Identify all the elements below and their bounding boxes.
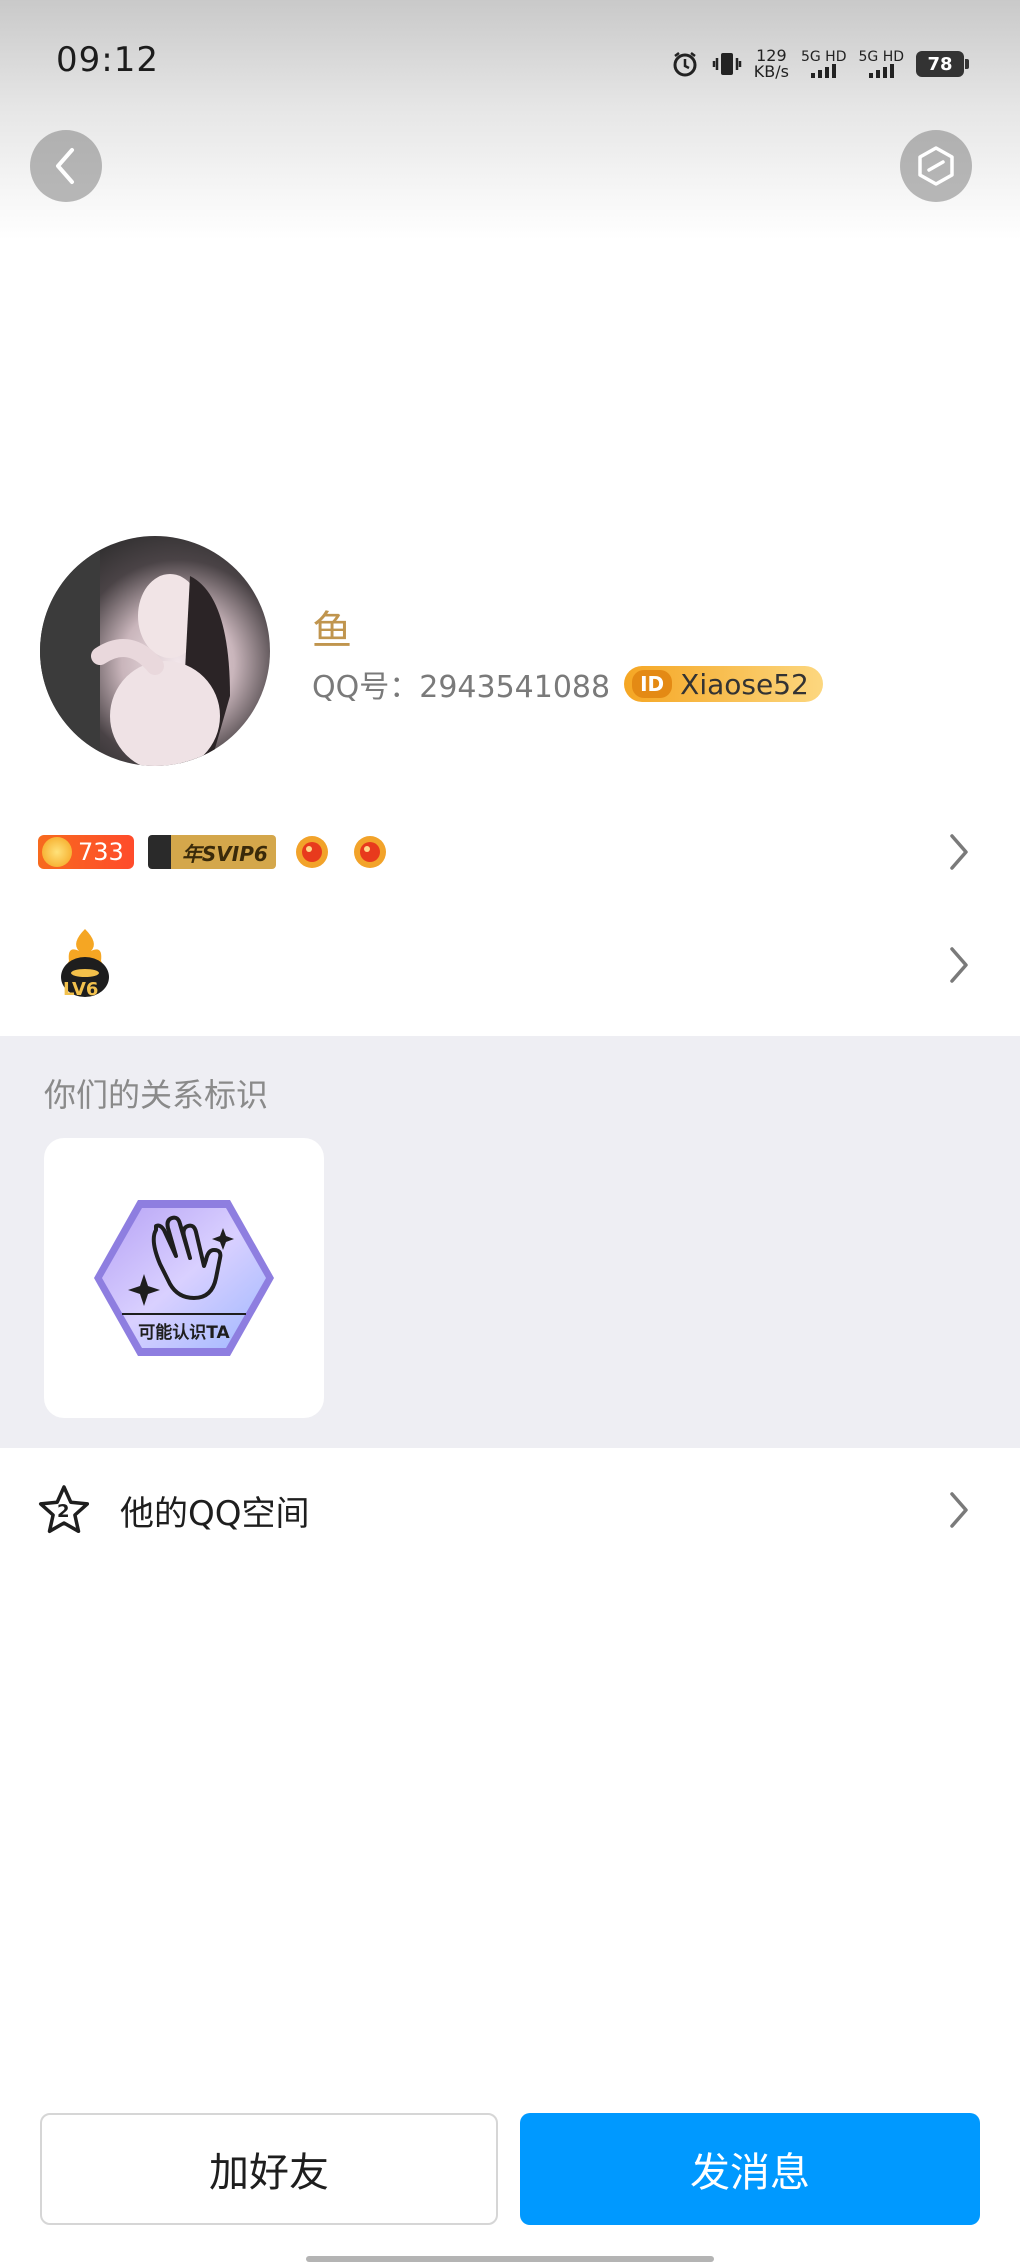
qq-number: QQ号：2943541088 xyxy=(312,670,611,705)
qq-number-row: QQ号：2943541088 ID Xiaose52 xyxy=(312,662,823,706)
network-speed: 129 KB/s xyxy=(754,48,789,80)
avatar[interactable] xyxy=(40,536,270,766)
chevron-right-icon xyxy=(950,1492,968,1528)
wave-hand-badge-icon xyxy=(94,1200,274,1356)
id-chip: ID xyxy=(632,670,673,698)
coin-value: 733 xyxy=(78,838,124,866)
alarm-icon xyxy=(670,49,700,79)
signal-bars-icon xyxy=(868,64,894,78)
home-indicator[interactable] xyxy=(306,2256,714,2262)
qzone-icon-number: 2 xyxy=(57,1501,70,1522)
status-time: 09:12 xyxy=(56,40,159,80)
qid-value: Xiaose52 xyxy=(680,667,809,701)
back-button[interactable] xyxy=(30,130,102,202)
sim2-signal: 5G HD xyxy=(858,50,904,78)
badges-row[interactable]: 733 年SVIP6 xyxy=(0,820,1020,884)
qzone-label: 他的QQ空间 xyxy=(120,1493,310,1534)
svip-badge: 年SVIP6 xyxy=(147,835,276,869)
status-icons: 129 KB/s 5G HD 5G HD 78 xyxy=(670,44,969,84)
sun-icon xyxy=(353,836,386,868)
header-gradient xyxy=(0,0,1020,240)
vibrate-icon xyxy=(712,49,742,79)
qzone-star-icon: 2 xyxy=(36,1482,92,1538)
relationship-title: 你们的关系标识 xyxy=(44,1076,269,1114)
sun-icon xyxy=(295,836,328,868)
speed-unit: KB/s xyxy=(753,62,789,81)
sim2-label: 5G HD xyxy=(858,49,904,65)
coin-badge: 733 xyxy=(38,835,134,869)
chevron-right-icon xyxy=(950,834,968,870)
back-arrow-icon xyxy=(56,148,74,184)
nickname: 鱼 xyxy=(312,608,352,654)
chevron-right-icon xyxy=(950,947,968,983)
sim1-signal: 5G HD xyxy=(800,49,847,78)
avatar-photo xyxy=(40,536,230,766)
qid-badge[interactable]: ID Xiaose52 xyxy=(624,666,823,702)
level-row[interactable]: LV6 xyxy=(0,920,1020,1010)
sim1-label: 5G HD xyxy=(800,49,847,65)
send-message-button[interactable]: 发消息 xyxy=(520,2113,980,2225)
signal-bars-icon xyxy=(811,64,837,78)
level-label: LV6 xyxy=(63,979,99,1000)
coin-icon xyxy=(42,837,72,867)
battery-indicator: 78 xyxy=(916,51,969,77)
settings-button[interactable] xyxy=(900,130,972,202)
relationship-card[interactable]: 可能认识TA xyxy=(44,1138,324,1418)
qzone-row[interactable]: 2 他的QQ空间 xyxy=(0,1470,1020,1550)
add-friend-button[interactable]: 加好友 xyxy=(40,2113,498,2225)
relationship-badge-text: 可能认识TA xyxy=(138,1323,230,1343)
level-badge: LV6 xyxy=(50,925,120,1005)
hexagon-settings-icon xyxy=(918,146,954,186)
